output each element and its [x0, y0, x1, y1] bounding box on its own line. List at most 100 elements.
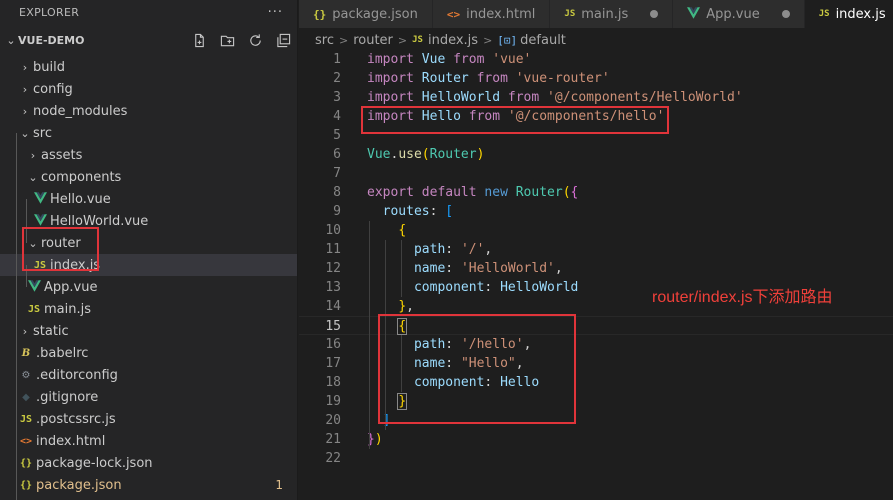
tree-file[interactable]: Hello.vue [0, 188, 297, 210]
tree-file[interactable]: HelloWorld.vue [0, 210, 297, 232]
breadcrumb-separator: > [483, 33, 493, 47]
code-text: routes: [ [382, 204, 454, 219]
code-line[interactable]: 21}) [299, 430, 893, 449]
breadcrumb-item[interactable]: index.js [428, 33, 478, 48]
explorer-sidebar: EXPLORER ··· ⌄ VUE-DEMO › build › config › no… [0, 0, 298, 500]
tree-file[interactable]: ⚙ .editorconfig [0, 364, 297, 386]
tree-folder[interactable]: ⌄ components [0, 166, 297, 188]
code-line[interactable]: 16 path: '/hello', [299, 335, 893, 354]
code-line[interactable]: 5 [299, 126, 893, 145]
vue-file-icon [26, 279, 42, 295]
tree-file[interactable]: JS main.js [0, 298, 297, 320]
new-file-icon[interactable] [191, 32, 207, 48]
unsaved-dot-icon[interactable] [781, 10, 790, 18]
code-line[interactable]: 19 } [299, 392, 893, 411]
code-text: }, [398, 299, 414, 314]
code-text: import Hello from '@/components/hello' [367, 109, 665, 124]
code-editor[interactable]: 1 import Vue from 'vue' 2 import Router fro… [299, 52, 893, 500]
chevron-right-icon[interactable]: › [26, 149, 40, 162]
chevron-down-icon[interactable]: ⌄ [26, 237, 40, 250]
tree-folder[interactable]: › assets [0, 144, 297, 166]
tree-indent-guide [16, 133, 17, 500]
tree-file[interactable]: M↓README.md [0, 496, 297, 500]
new-folder-icon[interactable] [219, 32, 235, 48]
editor-tab[interactable]: JS index.js [804, 0, 893, 28]
code-text: { [398, 223, 407, 238]
code-line[interactable]: 17 name: "Hello", [299, 354, 893, 373]
tree-file[interactable]: ◆ .gitignore [0, 386, 297, 408]
vue-file-icon [687, 6, 701, 22]
editor-tab[interactable]: JS main.js [550, 0, 674, 28]
code-line[interactable]: 7 [299, 164, 893, 183]
code-text: import HelloWorld from '@/components/Hel… [367, 90, 743, 105]
tree-folder[interactable]: › node_modules [0, 100, 297, 122]
editor-tabs: {} package.json <> index.html JS main.js App.v… [299, 0, 893, 28]
breadcrumb-item[interactable]: default [520, 33, 566, 48]
code-line[interactable]: 6 Vue.use(Router) [299, 145, 893, 164]
code-line[interactable]: 9 routes: [ [299, 202, 893, 221]
tree-file[interactable]: B .babelrc [0, 342, 297, 364]
annotation-text: router/index.js下添加路由 [652, 289, 833, 306]
code-line[interactable]: 8 export default new Router({ [299, 183, 893, 202]
code-line[interactable]: 10 { [299, 221, 893, 240]
line-number: 3 [333, 90, 341, 105]
babel-file-icon: B [21, 347, 31, 359]
code-line[interactable]: 3 import HelloWorld from '@/components/He… [299, 88, 893, 107]
code-line[interactable]: 22 [299, 449, 893, 468]
breadcrumb: src > router > JS index.js > [⊡] default [299, 28, 893, 52]
problem-count-badge: 1 [275, 478, 283, 492]
tree-file[interactable]: {} package-lock.json [0, 452, 297, 474]
line-number: 10 [325, 223, 341, 238]
chevron-right-icon[interactable]: › [18, 83, 32, 96]
editor-tab[interactable]: App.vue [673, 0, 805, 28]
tree-file[interactable]: App.vue [0, 276, 297, 298]
chevron-down-icon[interactable]: ⌄ [26, 171, 40, 184]
refresh-icon[interactable] [247, 32, 263, 48]
code-line[interactable]: 2 import Router from 'vue-router' [299, 69, 893, 88]
code-line[interactable]: 18 component: Hello [299, 373, 893, 392]
editor-tab[interactable]: <> index.html [432, 0, 551, 28]
tree-file[interactable]: JS .postcssrc.js [0, 408, 297, 430]
tree-indent-guide [26, 199, 27, 243]
breadcrumb-item[interactable]: router [353, 33, 393, 48]
line-number: 12 [325, 261, 341, 276]
code-line[interactable]: 11 path: '/', [299, 240, 893, 259]
breadcrumb-item[interactable]: src [315, 33, 334, 48]
code-text: { [397, 318, 408, 335]
tree-folder[interactable]: ⌄ src [0, 122, 297, 144]
chevron-right-icon[interactable]: › [18, 61, 32, 74]
tree-item-label: assets [41, 147, 83, 163]
code-line[interactable]: 20 ] [299, 411, 893, 430]
code-line[interactable]: 4 import Hello from '@/components/hello' [299, 107, 893, 126]
code-line[interactable]: 12 name: 'HelloWorld', [299, 259, 893, 278]
json-file-icon: {} [19, 479, 33, 491]
explorer-header: EXPLORER ··· [0, 0, 297, 24]
chevron-right-icon[interactable]: › [18, 325, 32, 338]
code-line[interactable]: 15 { [299, 316, 893, 335]
tree-folder[interactable]: › build [0, 56, 297, 78]
more-actions-icon[interactable]: ··· [268, 5, 283, 20]
collapse-all-icon[interactable] [275, 32, 291, 48]
tree-item-label: src [33, 125, 52, 141]
tree-item-label: router [41, 235, 81, 251]
line-number: 13 [325, 280, 341, 295]
js-file-icon: JS [412, 35, 423, 45]
code-text: name: "Hello", [413, 356, 524, 371]
tab-label: App.vue [706, 6, 760, 22]
tree-file[interactable]: <> index.html [0, 430, 297, 452]
tree-file[interactable]: {} package.json 1 [0, 474, 297, 496]
chevron-right-icon[interactable]: › [18, 105, 32, 118]
json-file-icon: {} [19, 457, 33, 469]
code-line[interactable]: 1 import Vue from 'vue' [299, 50, 893, 69]
unsaved-dot-icon[interactable] [650, 10, 659, 18]
chevron-down-icon[interactable]: ⌄ [4, 34, 18, 47]
tree-folder[interactable]: › static [0, 320, 297, 342]
tree-file[interactable]: JS index.js [0, 254, 297, 276]
tree-folder[interactable]: › config [0, 78, 297, 100]
project-header[interactable]: ⌄ VUE-DEMO [0, 24, 297, 56]
tree-item-label: index.js [50, 257, 101, 273]
code-text: import Vue from 'vue' [367, 52, 532, 67]
tree-folder[interactable]: ⌄ router [0, 232, 297, 254]
editor-tab[interactable]: {} package.json [299, 0, 433, 28]
chevron-down-icon[interactable]: ⌄ [18, 127, 32, 140]
